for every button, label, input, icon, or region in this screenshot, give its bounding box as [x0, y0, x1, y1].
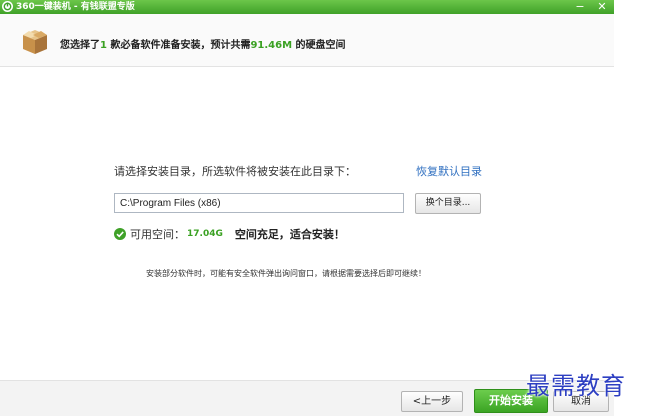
- summary-prefix: 您选择了: [60, 40, 100, 51]
- installer-window: 360一键装机 - 有钱联盟专版 − ✕ 您选择了1 款必备软件准备安装，预计共…: [0, 0, 614, 416]
- space-ok-text: 空间充足，适合安装！: [234, 228, 345, 241]
- summary-middle: 款必备软件准备安装，预计共需: [110, 40, 251, 51]
- space-status: 可用空间： 17.04G 空间充足，适合安装！: [114, 226, 345, 242]
- security-notice: 安装部分软件时，可能有安全软件弹出询问窗口，请根据需要选择后即可继续！: [146, 269, 426, 278]
- install-path-input[interactable]: [114, 193, 404, 213]
- close-button[interactable]: ✕: [594, 0, 610, 14]
- available-space-value: 17.04G: [187, 229, 223, 239]
- package-box-icon: [20, 26, 50, 56]
- required-size: 91.46M: [250, 40, 293, 51]
- minimize-button[interactable]: −: [572, 0, 588, 14]
- 360-logo-icon: [2, 1, 13, 12]
- previous-step-button[interactable]: <上一步: [401, 391, 463, 412]
- summary-suffix: 的硬盘空间: [295, 40, 346, 51]
- available-space-label: 可用空间：: [130, 228, 185, 241]
- watermark-text: 最需教育: [526, 372, 626, 400]
- restore-default-link[interactable]: 恢复默认目录: [416, 163, 482, 179]
- selected-count: 1: [100, 40, 107, 51]
- browse-directory-button[interactable]: 换个目录...: [415, 193, 481, 214]
- check-circle-icon: [114, 228, 126, 240]
- window-title: 360一键装机 - 有钱联盟专版: [16, 2, 135, 12]
- title-bar[interactable]: 360一键装机 - 有钱联盟专版 − ✕: [0, 0, 614, 14]
- install-dir-label: 请选择安装目录，所选软件将被安装在此目录下：: [114, 165, 356, 178]
- summary-header: 您选择了1 款必备软件准备安装，预计共需91.46M 的硬盘空间: [0, 14, 614, 67]
- space-summary: 您选择了1 款必备软件准备安装，预计共需91.46M 的硬盘空间: [60, 36, 346, 51]
